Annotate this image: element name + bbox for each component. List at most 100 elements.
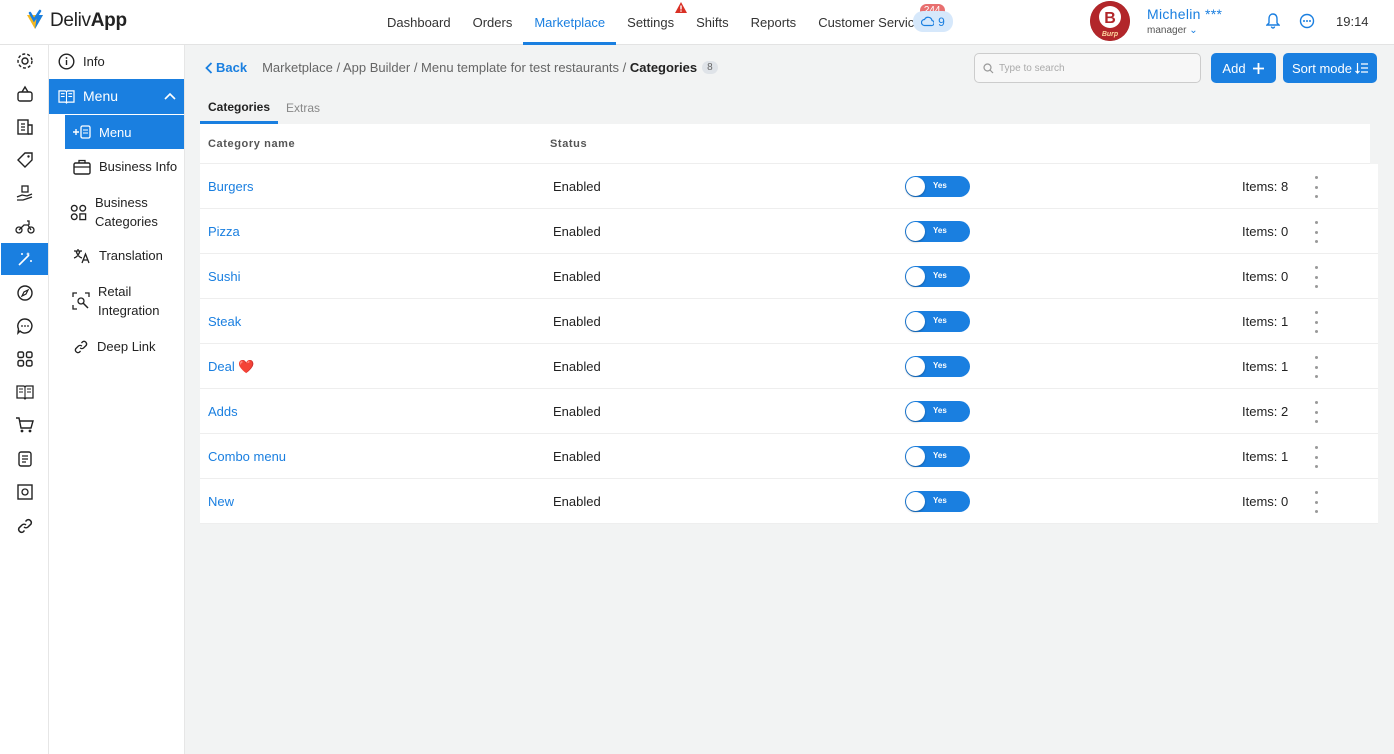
enabled-toggle[interactable]: Yes bbox=[905, 446, 970, 467]
link-icon bbox=[74, 340, 88, 353]
nav-marketplace[interactable]: Marketplace bbox=[523, 0, 617, 45]
rail-billing[interactable] bbox=[0, 111, 49, 143]
toggle-label: Yes bbox=[933, 406, 947, 415]
user-name[interactable]: Michelin *** bbox=[1147, 6, 1222, 22]
document-icon bbox=[17, 451, 32, 467]
toggle-knob bbox=[906, 177, 925, 196]
category-name-link[interactable]: Steak bbox=[208, 314, 241, 329]
logo[interactable]: DelivApp bbox=[24, 9, 127, 33]
rail-settings[interactable] bbox=[0, 45, 49, 77]
search-icon bbox=[983, 62, 994, 73]
tab-extras[interactable]: Extras bbox=[278, 92, 328, 124]
more-options-icon[interactable] bbox=[1310, 311, 1322, 333]
category-name-link[interactable]: Pizza bbox=[208, 224, 240, 239]
rail-documents[interactable] bbox=[0, 443, 49, 475]
category-item-count: Items: 0 bbox=[1242, 494, 1289, 509]
category-status: Enabled bbox=[553, 449, 601, 464]
frame-icon bbox=[16, 484, 33, 500]
nav-orders[interactable]: Orders bbox=[462, 0, 524, 45]
plus-icon bbox=[1252, 62, 1264, 74]
chat-icon[interactable] bbox=[1299, 13, 1315, 29]
table-row: New Enabled Yes Items: 0 bbox=[200, 479, 1378, 524]
add-button[interactable]: Add bbox=[1211, 53, 1276, 83]
tabs: Categories Extras bbox=[200, 92, 328, 124]
back-button[interactable]: Back bbox=[205, 60, 247, 75]
search-box[interactable] bbox=[974, 53, 1201, 83]
rail-couriers[interactable] bbox=[0, 210, 49, 242]
column-header-status: Status bbox=[550, 137, 588, 150]
category-name-link[interactable]: Sushi bbox=[208, 269, 241, 284]
category-status: Enabled bbox=[553, 224, 601, 239]
toggle-label: Yes bbox=[933, 226, 947, 235]
table-row: Pizza Enabled Yes Items: 0 bbox=[200, 209, 1378, 254]
enabled-toggle[interactable]: Yes bbox=[905, 491, 970, 512]
sync-chip[interactable]: 9 bbox=[913, 11, 953, 32]
rail-links[interactable] bbox=[0, 510, 49, 542]
rail-app-builder[interactable] bbox=[1, 243, 48, 275]
more-options-icon[interactable] bbox=[1310, 176, 1322, 198]
table-row: Sushi Enabled Yes Items: 0 bbox=[200, 254, 1378, 299]
cart-icon bbox=[15, 417, 34, 433]
subnav-deep-link[interactable]: Deep Link bbox=[73, 337, 156, 356]
nav-settings[interactable]: Settings bbox=[616, 0, 688, 45]
rail-cart[interactable] bbox=[0, 409, 49, 441]
rail-scan[interactable] bbox=[0, 476, 49, 508]
category-name-link[interactable]: Adds bbox=[208, 404, 238, 419]
rail-delivery[interactable] bbox=[0, 177, 49, 209]
subnav-menu[interactable]: Menu bbox=[49, 79, 184, 114]
user-role[interactable]: manager ⌄ bbox=[1147, 25, 1198, 36]
chevron-up-icon[interactable] bbox=[164, 92, 176, 100]
avatar[interactable]: B Burp bbox=[1090, 1, 1130, 41]
tab-categories[interactable]: Categories bbox=[200, 92, 279, 124]
enabled-toggle[interactable]: Yes bbox=[905, 176, 970, 197]
more-options-icon[interactable] bbox=[1310, 491, 1322, 513]
rail-messages[interactable] bbox=[0, 310, 49, 342]
subnav-business-categories[interactable]: Business Categories bbox=[70, 193, 158, 231]
rail-promotions[interactable] bbox=[0, 144, 49, 176]
nav-reports[interactable]: Reports bbox=[740, 0, 808, 45]
category-name-link[interactable]: New bbox=[208, 494, 234, 509]
rail-menu[interactable] bbox=[0, 376, 49, 408]
enabled-toggle[interactable]: Yes bbox=[905, 356, 970, 377]
category-name-link[interactable]: Burgers bbox=[208, 179, 254, 194]
enabled-toggle[interactable]: Yes bbox=[905, 401, 970, 422]
subnav-translation[interactable]: Translation bbox=[73, 246, 163, 265]
category-name-link[interactable]: Combo menu bbox=[208, 449, 286, 464]
category-item-count: Items: 1 bbox=[1242, 449, 1289, 464]
nav-dashboard[interactable]: Dashboard bbox=[376, 0, 462, 45]
more-options-icon[interactable] bbox=[1310, 356, 1322, 378]
more-options-icon[interactable] bbox=[1310, 221, 1322, 243]
enabled-toggle[interactable]: Yes bbox=[905, 221, 970, 242]
enabled-toggle[interactable]: Yes bbox=[905, 266, 970, 287]
toggle-knob bbox=[906, 357, 925, 376]
category-item-count: Items: 8 bbox=[1242, 179, 1289, 194]
scooter-icon bbox=[14, 220, 35, 234]
category-item-count: Items: 1 bbox=[1242, 359, 1289, 374]
more-options-icon[interactable] bbox=[1310, 401, 1322, 423]
toggle-label: Yes bbox=[933, 451, 947, 460]
search-input[interactable] bbox=[999, 62, 1189, 74]
logo-text: DelivApp bbox=[50, 10, 127, 31]
enabled-toggle[interactable]: Yes bbox=[905, 311, 970, 332]
nav-shifts[interactable]: Shifts bbox=[685, 0, 740, 45]
sort-mode-button[interactable]: Sort mode bbox=[1283, 53, 1377, 83]
subnav-retail-integration[interactable]: Retail Integration bbox=[72, 282, 159, 320]
rail-explore[interactable] bbox=[0, 277, 49, 309]
rail-basket[interactable] bbox=[0, 78, 49, 110]
bell-icon[interactable] bbox=[1266, 13, 1280, 29]
breadcrumb: Back Marketplace / App Builder / Menu te… bbox=[205, 60, 718, 75]
breadcrumb-path[interactable]: Marketplace / App Builder / Menu templat… bbox=[262, 60, 630, 75]
subnav-menu-child[interactable]: Menu bbox=[65, 115, 184, 149]
category-status: Enabled bbox=[553, 314, 601, 329]
table-header: Category name Status bbox=[200, 124, 1370, 164]
subnav-business-info[interactable]: Business Info bbox=[73, 157, 177, 176]
more-options-icon[interactable] bbox=[1310, 446, 1322, 468]
rail-apps[interactable] bbox=[0, 343, 49, 375]
category-item-count: Items: 2 bbox=[1242, 404, 1289, 419]
sort-list-icon bbox=[1355, 63, 1368, 74]
more-options-icon[interactable] bbox=[1310, 266, 1322, 288]
category-name-link[interactable]: Deal ❤️ bbox=[208, 359, 255, 375]
table-row: Adds Enabled Yes Items: 2 bbox=[200, 389, 1378, 434]
subnav-info[interactable]: Info bbox=[58, 52, 105, 71]
toggle-knob bbox=[906, 222, 925, 241]
